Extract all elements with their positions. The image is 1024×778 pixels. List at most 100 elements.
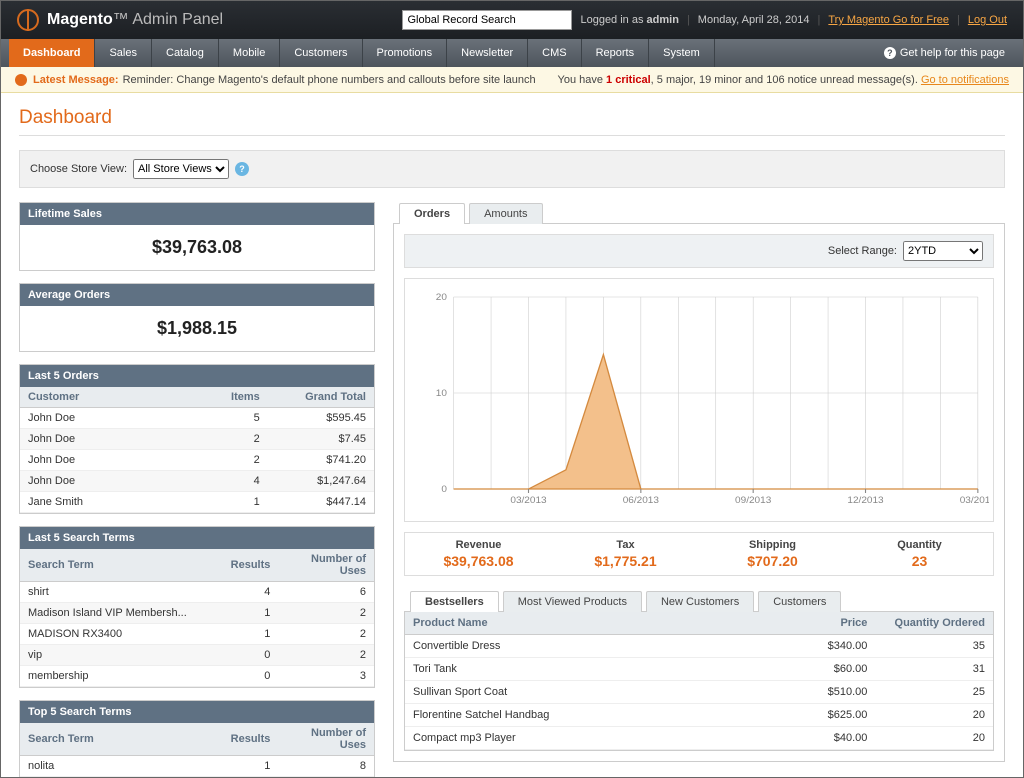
page-title: Dashboard xyxy=(19,107,1005,136)
magento-logo-icon xyxy=(17,9,39,31)
average-orders-title: Average Orders xyxy=(20,284,374,306)
table-row[interactable]: John Doe4$1,247.64 xyxy=(20,471,374,492)
summary-tax: Tax $1,775.21 xyxy=(552,539,699,569)
tab-bestsellers[interactable]: Bestsellers xyxy=(410,591,499,612)
last5-search-table: Search Term Results Number of Uses shirt… xyxy=(20,549,374,687)
col-items[interactable]: Items xyxy=(215,387,268,408)
table-row[interactable]: Compact mp3 Player$40.0020 xyxy=(405,727,993,750)
tab-most-viewed[interactable]: Most Viewed Products xyxy=(503,591,642,612)
bestsellers-panel: Product Name Price Quantity Ordered Conv… xyxy=(404,612,994,751)
message-bar: Latest Message: Reminder: Change Magento… xyxy=(1,67,1023,93)
nav-newsletter[interactable]: Newsletter xyxy=(447,39,528,67)
col-results[interactable]: Results xyxy=(215,723,279,756)
col-customer[interactable]: Customer xyxy=(20,387,215,408)
lifetime-sales-box: Lifetime Sales $39,763.08 xyxy=(19,202,375,271)
col-term[interactable]: Search Term xyxy=(20,549,215,582)
main-nav: Dashboard Sales Catalog Mobile Customers… xyxy=(1,39,1023,67)
alert-icon xyxy=(15,74,27,86)
help-icon: ? xyxy=(884,47,896,59)
last5-search-title: Last 5 Search Terms xyxy=(20,527,374,549)
latest-message-text: Reminder: Change Magento's default phone… xyxy=(123,74,536,86)
products-tabs: Bestsellers Most Viewed Products New Cus… xyxy=(404,590,994,612)
col-uses[interactable]: Number of Uses xyxy=(278,549,374,582)
nav-help[interactable]: ? Get help for this page xyxy=(874,39,1015,67)
col-results[interactable]: Results xyxy=(215,549,279,582)
table-row[interactable]: John Doe2$7.45 xyxy=(20,429,374,450)
table-row[interactable]: Jane Smith1$447.14 xyxy=(20,492,374,513)
tab-customers[interactable]: Customers xyxy=(758,591,841,612)
summary-row: Revenue $39,763.08 Tax $1,775.21 Shippin… xyxy=(404,532,994,576)
nav-reports[interactable]: Reports xyxy=(582,39,650,67)
orders-tabs: Orders Amounts xyxy=(393,202,1005,224)
help-tooltip-icon[interactable]: ? xyxy=(235,162,249,176)
table-row[interactable]: MADISON RX340012 xyxy=(20,624,374,645)
last5-orders-table: Customer Items Grand Total John Doe5$595… xyxy=(20,387,374,513)
nav-dashboard[interactable]: Dashboard xyxy=(9,39,95,67)
global-search-input[interactable] xyxy=(402,10,572,30)
svg-text:06/2013: 06/2013 xyxy=(623,495,659,505)
nav-system[interactable]: System xyxy=(649,39,715,67)
tab-new-customers[interactable]: New Customers xyxy=(646,591,754,612)
table-row[interactable]: Convertible Dress$340.0035 xyxy=(405,635,993,658)
svg-text:12/2013: 12/2013 xyxy=(847,495,883,505)
col-product-name[interactable]: Product Name xyxy=(405,612,758,635)
summary-shipping: Shipping $707.20 xyxy=(699,539,846,569)
table-row[interactable]: John Doe2$741.20 xyxy=(20,450,374,471)
try-go-link[interactable]: Try Magento Go for Free xyxy=(828,14,949,26)
top5-search-title: Top 5 Search Terms xyxy=(20,701,374,723)
svg-text:03/2014: 03/2014 xyxy=(960,495,989,505)
top5-search-table: Search Term Results Number of Uses nolit… xyxy=(20,723,374,778)
tab-orders[interactable]: Orders xyxy=(399,203,465,224)
nav-promotions[interactable]: Promotions xyxy=(363,39,448,67)
table-row[interactable]: vip02 xyxy=(20,645,374,666)
tab-amounts[interactable]: Amounts xyxy=(469,203,542,224)
svg-text:0: 0 xyxy=(441,484,447,494)
nav-catalog[interactable]: Catalog xyxy=(152,39,219,67)
bestsellers-table: Product Name Price Quantity Ordered Conv… xyxy=(405,612,993,750)
table-row[interactable]: membership03 xyxy=(20,666,374,687)
range-select[interactable]: 2YTD xyxy=(903,241,983,261)
summary-revenue: Revenue $39,763.08 xyxy=(405,539,552,569)
svg-text:20: 20 xyxy=(436,292,447,302)
logout-link[interactable]: Log Out xyxy=(968,14,1007,26)
col-grand-total[interactable]: Grand Total xyxy=(268,387,374,408)
table-row[interactable]: shirt46 xyxy=(20,582,374,603)
average-orders-box: Average Orders $1,988.15 xyxy=(19,283,375,352)
app-title: Magento™ Admin Panel xyxy=(47,11,223,29)
last5-search-box: Last 5 Search Terms Search Term Results … xyxy=(19,526,375,688)
notifications-link[interactable]: Go to notifications xyxy=(921,74,1009,86)
nav-mobile[interactable]: Mobile xyxy=(219,39,280,67)
average-orders-value: $1,988.15 xyxy=(20,306,374,351)
table-row[interactable]: Sullivan Sport Coat$510.0025 xyxy=(405,681,993,704)
table-row[interactable]: Tori Tank$60.0031 xyxy=(405,658,993,681)
store-view-select[interactable]: All Store Views xyxy=(133,159,229,179)
logged-in-label: Logged in as admin xyxy=(580,14,678,26)
last5-orders-box: Last 5 Orders Customer Items Grand Total… xyxy=(19,364,375,514)
lifetime-sales-title: Lifetime Sales xyxy=(20,203,374,225)
col-qty-ordered[interactable]: Quantity Ordered xyxy=(875,612,993,635)
top5-search-box: Top 5 Search Terms Search Term Results N… xyxy=(19,700,375,778)
table-row[interactable]: nolita18 xyxy=(20,756,374,777)
orders-panel: Select Range: 2YTD 0 10 20 03/2013 06/2013 09… xyxy=(393,224,1005,762)
store-view-bar: Choose Store View: All Store Views ? xyxy=(19,150,1005,188)
svg-text:09/2013: 09/2013 xyxy=(735,495,771,505)
store-view-label: Choose Store View: xyxy=(30,163,127,175)
nav-cms[interactable]: CMS xyxy=(528,39,581,67)
app-header: Magento™ Admin Panel Logged in as admin … xyxy=(1,1,1023,39)
nav-customers[interactable]: Customers xyxy=(280,39,362,67)
summary-quantity: Quantity 23 xyxy=(846,539,993,569)
orders-chart: 0 10 20 03/2013 06/2013 09/2013 12/2013 03/2014 xyxy=(404,278,994,522)
nav-sales[interactable]: Sales xyxy=(95,39,152,67)
range-bar: Select Range: 2YTD xyxy=(404,234,994,268)
col-uses[interactable]: Number of Uses xyxy=(278,723,374,756)
svg-text:10: 10 xyxy=(436,388,447,398)
table-row[interactable]: Madison Island VIP Membersh...12 xyxy=(20,603,374,624)
col-price[interactable]: Price xyxy=(758,612,876,635)
table-row[interactable]: John Doe5$595.45 xyxy=(20,408,374,429)
table-row[interactable]: Florentine Satchel Handbag$625.0020 xyxy=(405,704,993,727)
last5-orders-title: Last 5 Orders xyxy=(20,365,374,387)
lifetime-sales-value: $39,763.08 xyxy=(20,225,374,270)
range-label: Select Range: xyxy=(828,245,897,257)
col-term[interactable]: Search Term xyxy=(20,723,215,756)
svg-text:03/2013: 03/2013 xyxy=(510,495,546,505)
